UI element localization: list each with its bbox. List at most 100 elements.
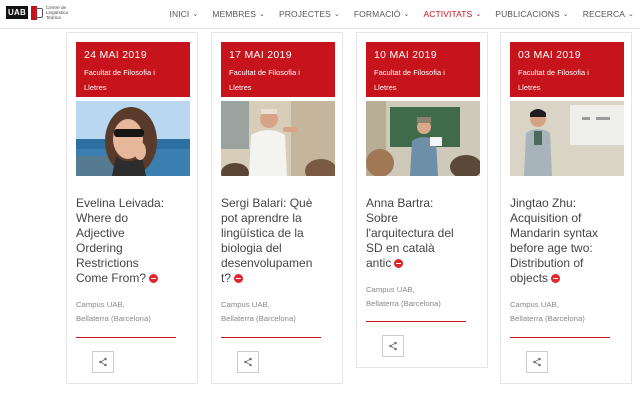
event-title-line: Evelina Leivada: (76, 196, 165, 210)
share-button[interactable] (526, 351, 548, 373)
event-card[interactable]: 10 MAI 2019 Facultat de Filosofia i Lletr… (356, 32, 488, 368)
logo-text: Centre de Lingüística Teòrica (45, 5, 68, 20)
main-nav: INICI ⌄ MEMBRES ⌄ PROJECTES ⌄ FORMACIÓ ⌄ ACT… (156, 0, 635, 28)
share-button[interactable] (382, 335, 404, 357)
share-icon (389, 341, 397, 351)
event-title-line: Jingtao Zhu: (510, 196, 577, 210)
event-place-line: Lletres (518, 83, 541, 92)
share-icon (99, 357, 107, 367)
event-date: 24 MAI 2019 (84, 49, 147, 61)
event-title[interactable]: Jingtao Zhu: Acquisition of Mandarin syn… (510, 196, 624, 286)
logo-mark-icon (30, 5, 43, 20)
event-card[interactable]: 03 MAI 2019 Facultat de Filosofia i Lletr… (500, 32, 632, 384)
event-place: Facultat de Filosofia i Lletres (518, 65, 616, 95)
nav-label: MEMBRES (212, 9, 257, 19)
event-card[interactable]: 24 MAI 2019 Facultat de Filosofia i Lletr… (66, 32, 198, 384)
event-location: Campus UAB, Bellaterra (Barcelona) (510, 298, 624, 326)
event-title-line: lingüística de la (221, 226, 304, 240)
chevron-down-icon: ⌄ (192, 11, 199, 18)
event-location-line: Campus UAB, (221, 300, 270, 309)
event-location: Campus UAB, Bellaterra (Barcelona) (366, 283, 480, 311)
divider (510, 337, 610, 338)
event-title-line: Come From? (76, 271, 147, 285)
nav-label: ACTIVITATS (423, 9, 473, 19)
nav-item-formacio[interactable]: FORMACIÓ ⌄ (354, 9, 410, 19)
share-icon (244, 357, 252, 367)
event-title-line: desenvolupamen (221, 256, 313, 270)
minus-circle-icon (394, 259, 404, 268)
event-place-line: Facultat de Filosofia i (518, 68, 589, 77)
logo-badge: UAB (6, 6, 28, 19)
nav-label: PUBLICACIONS (495, 9, 560, 19)
event-title-line: antic (366, 256, 392, 270)
top-navigation-bar: UAB Centre de Lingüística Teòrica INICI ⌄… (0, 0, 640, 29)
event-location-line: Campus UAB, (510, 300, 559, 309)
minus-circle-icon (149, 274, 159, 283)
nav-item-activitats[interactable]: ACTIVITATS ⌄ (423, 9, 481, 19)
event-title-line: t? (221, 271, 232, 285)
event-place-line: Facultat de Filosofia i (229, 68, 300, 77)
event-title-line: biologia del (221, 241, 282, 255)
event-location: Campus UAB, Bellaterra (Barcelona) (221, 298, 335, 326)
event-title-line: before age two: (510, 241, 593, 255)
chevron-down-icon: ⌄ (475, 11, 482, 18)
event-title-line: Acquisition of (510, 211, 582, 225)
chevron-down-icon: ⌄ (259, 11, 265, 18)
event-location-line: Bellaterra (Barcelona) (510, 314, 585, 323)
event-place: Facultat de Filosofia i Lletres (229, 65, 327, 95)
event-title-line: SD en català (366, 241, 435, 255)
event-title-line: l'arquitectura del (366, 226, 454, 240)
divider (366, 321, 466, 322)
event-photo[interactable] (510, 101, 624, 176)
event-title[interactable]: Evelina Leivada: Where do Adjective Orde… (76, 196, 190, 286)
share-button[interactable] (92, 351, 114, 373)
nav-item-membres[interactable]: MEMBRES ⌄ (212, 9, 265, 19)
event-title[interactable]: Anna Bartra: Sobre l'arquitectura del SD… (366, 196, 480, 271)
event-title-line: Distribution of (510, 256, 584, 270)
site-logo[interactable]: UAB Centre de Lingüística Teòrica (6, 5, 72, 20)
event-title-line: Where do (76, 211, 129, 225)
event-location-line: Bellaterra (Barcelona) (76, 314, 151, 323)
event-title-line: Ordering (76, 241, 123, 255)
event-location-line: Campus UAB, (76, 300, 125, 309)
event-date: 03 MAI 2019 (518, 49, 581, 61)
event-place-line: Lletres (229, 83, 252, 92)
event-place-line: Facultat de Filosofia i (84, 68, 155, 77)
event-title-line: Restrictions (76, 256, 139, 270)
event-card[interactable]: 17 MAI 2019 Facultat de Filosofia i Lletr… (211, 32, 343, 384)
event-title-line: Sergi Balari: Què (221, 196, 313, 210)
event-location: Campus UAB, Bellaterra (Barcelona) (76, 298, 190, 326)
event-place-line: Lletres (84, 83, 107, 92)
nav-label: RECERCA (582, 9, 626, 19)
share-icon (533, 357, 541, 367)
minus-circle-icon (551, 274, 561, 283)
nav-item-projectes[interactable]: PROJECTES ⌄ (279, 9, 340, 19)
event-photo[interactable] (366, 101, 480, 176)
event-place-line: Lletres (374, 83, 397, 92)
event-title[interactable]: Sergi Balari: Què pot aprendre la lingüí… (221, 196, 335, 286)
nav-label: INICI (169, 9, 190, 19)
minus-circle-icon (234, 274, 244, 283)
nav-label: FORMACIÓ (353, 9, 401, 19)
event-title-line: pot aprendre la (221, 211, 302, 225)
nav-item-publicacions[interactable]: PUBLICACIONS ⌄ (495, 9, 568, 19)
nav-label: PROJECTES (279, 9, 331, 19)
event-place-line: Facultat de Filosofia i (374, 68, 445, 77)
event-title-line: Adjective (76, 226, 125, 240)
divider (221, 337, 321, 338)
event-title-line: objects (510, 271, 549, 285)
event-place: Facultat de Filosofia i Lletres (84, 65, 182, 95)
event-photo[interactable] (76, 101, 190, 176)
event-date: 17 MAI 2019 (229, 49, 292, 61)
chevron-down-icon: ⌄ (403, 11, 410, 18)
event-date-block: 10 MAI 2019 Facultat de Filosofia i Lletr… (366, 42, 480, 97)
event-photo[interactable] (221, 101, 335, 176)
event-date-block: 17 MAI 2019 Facultat de Filosofia i Lletr… (221, 42, 335, 97)
event-title-line: Anna Bartra: (366, 196, 434, 210)
share-button[interactable] (237, 351, 259, 373)
nav-item-recerca[interactable]: RECERCA ⌄ (583, 9, 634, 19)
nav-item-inici[interactable]: INICI ⌄ (170, 9, 199, 19)
event-title-line: Sobre (366, 211, 399, 225)
event-date: 10 MAI 2019 (374, 49, 437, 61)
event-location-line: Bellaterra (Barcelona) (366, 299, 441, 308)
